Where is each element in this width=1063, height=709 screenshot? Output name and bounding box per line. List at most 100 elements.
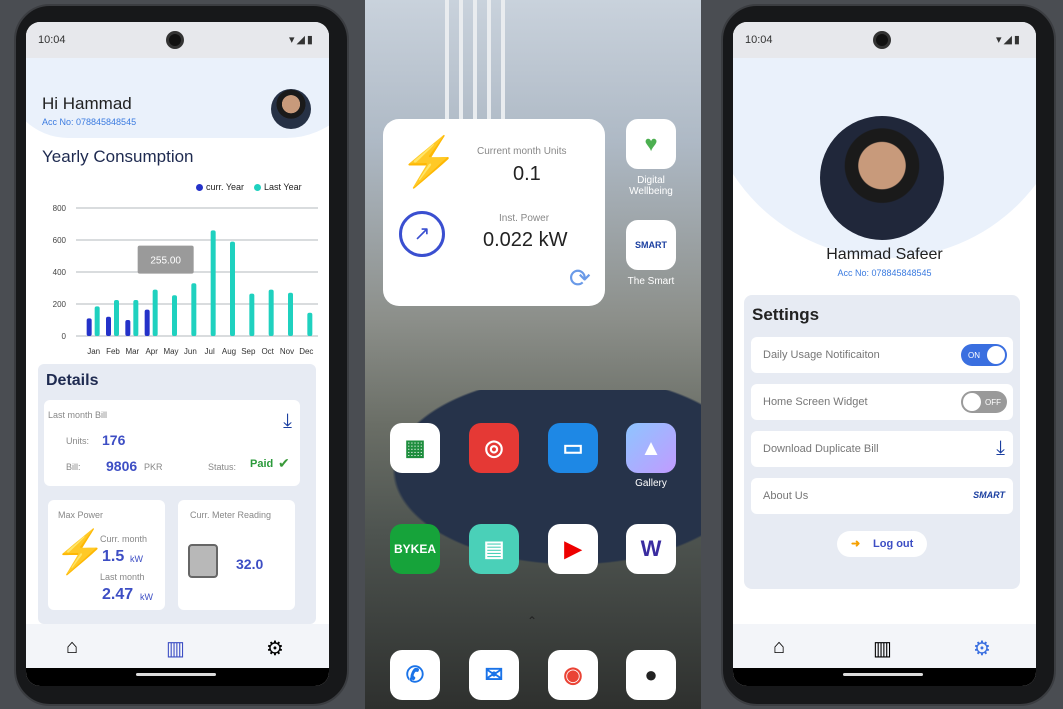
the-smart-app[interactable]: SMART <box>626 220 676 270</box>
bar-last-aug[interactable] <box>230 241 235 336</box>
chevron-up-icon[interactable]: ⌃ <box>527 614 537 628</box>
bar-last-feb[interactable] <box>114 300 119 336</box>
meter-icon <box>188 544 218 578</box>
digital-wellbeing-label: Digital Wellbeing <box>629 175 673 197</box>
download-bill-row[interactable]: Download Duplicate Bill ⤓ <box>751 431 1013 467</box>
x-tick-label: May <box>163 347 178 356</box>
bar-last-nov[interactable] <box>288 292 293 336</box>
camera-app[interactable]: ● <box>626 650 676 700</box>
settings-panel: Settings Daily Usage Notificaiton ON Hom… <box>744 295 1020 589</box>
w-app[interactable]: W <box>626 524 676 574</box>
home-indicator[interactable] <box>843 673 923 676</box>
bar-last-apr[interactable] <box>152 289 158 336</box>
account-number: Acc No: 078845848545 <box>42 117 137 127</box>
pocket-casts-app[interactable]: ◎ <box>469 423 519 473</box>
profile-avatar[interactable] <box>820 116 944 240</box>
lightning-icon: ⚡ <box>54 528 107 575</box>
last-month-value: 2.47 <box>102 586 134 603</box>
gauge-icon: ↗ <box>399 211 445 257</box>
x-tick-label: Jul <box>205 347 215 356</box>
avatar[interactable] <box>271 89 311 129</box>
download-icon[interactable]: ⤓ <box>996 437 1005 460</box>
right-phone: 10:04 ▾◢▮ Hammad Safeer Acc No: 07884584… <box>721 4 1056 706</box>
about-us-row[interactable]: About Us SMART <box>751 478 1013 514</box>
x-tick-label: Sep <box>241 347 256 356</box>
bar-last-dec[interactable] <box>307 312 313 336</box>
check-icon: ✔ <box>278 455 290 471</box>
logout-label: Log out <box>873 538 914 550</box>
greeting: Hi Hammad <box>42 94 132 113</box>
chrome-app[interactable]: ◉ <box>548 650 598 700</box>
units-value: 176 <box>102 432 126 448</box>
sensor-app[interactable]: ▭ <box>548 423 598 473</box>
about-us-label: About Us <box>763 490 809 502</box>
chart-icon[interactable]: ▥ <box>166 636 185 661</box>
gear-icon[interactable]: ⚙ <box>973 636 991 661</box>
bar-last-jun[interactable] <box>191 283 197 336</box>
logout-button[interactable]: ➜ Log out <box>837 531 927 557</box>
daily-usage-label: Daily Usage Notificaiton <box>763 349 880 361</box>
home-icon[interactable]: ⌂ <box>66 636 78 659</box>
daily-usage-row[interactable]: Daily Usage Notificaiton ON <box>751 337 1013 373</box>
bar-current-apr[interactable] <box>144 309 150 336</box>
bar-last-may[interactable] <box>172 295 177 336</box>
home-indicator[interactable] <box>136 673 216 676</box>
gallery-label: Gallery <box>635 478 667 489</box>
status-time: 10:04 <box>38 34 66 46</box>
home-icon[interactable]: ⌂ <box>773 636 785 659</box>
chart-tooltip-value: 255.00 <box>150 256 181 267</box>
bill-value: 9806 <box>106 458 138 474</box>
toggle-knob <box>963 393 981 411</box>
x-tick-label: Apr <box>145 347 158 356</box>
system-icons: ▾◢▮ <box>995 34 1022 46</box>
system-icons: ▾◢▮ <box>288 34 315 46</box>
smart-logo-icon: SMART <box>973 490 1005 500</box>
y-tick-label: 800 <box>53 204 67 213</box>
bar-last-sep[interactable] <box>249 293 255 336</box>
refresh-icon[interactable]: ⟳ <box>569 263 591 294</box>
bar-last-jul[interactable] <box>210 230 216 336</box>
last-month-bill-label: Last month Bill <box>48 410 108 420</box>
bykea-app[interactable]: BYKEA <box>390 524 440 574</box>
messages-app[interactable]: ✉ <box>469 650 519 700</box>
consumption-chart: 0 200 400 600 800 Jan Feb Mar Apr May Jun Jul Aug Sep… <box>53 204 318 356</box>
home-widget-row[interactable]: Home Screen Widget OFF <box>751 384 1013 420</box>
toggle-off-label: OFF <box>985 398 1001 407</box>
bottom-navigation: ⌂ ▥ ⚙ <box>26 624 329 668</box>
sheets-app[interactable]: ▦ <box>390 423 440 473</box>
energy-widget[interactable]: ⚡ Current month Units 0.1 ↗ Inst. Power … <box>383 119 605 306</box>
home-widget-toggle[interactable]: OFF <box>961 391 1007 413</box>
gallery-app[interactable]: ▲ <box>626 423 676 473</box>
widget-units-value: 0.1 <box>513 163 541 185</box>
bar-current-mar[interactable] <box>125 320 131 336</box>
daily-usage-toggle[interactable]: ON <box>961 344 1007 366</box>
bar-last-oct[interactable] <box>268 289 274 336</box>
curr-month-unit: kW <box>130 554 143 564</box>
phone-app[interactable]: ✆ <box>390 650 440 700</box>
x-tick-label: Dec <box>299 347 313 356</box>
widget-power-value: 0.022 kW <box>483 229 568 251</box>
gear-icon[interactable]: ⚙ <box>266 636 284 661</box>
bar-last-jan[interactable] <box>94 306 100 336</box>
account-number: Acc No: 078845848545 <box>837 268 932 278</box>
youtube-app[interactable]: ▶ <box>548 524 598 574</box>
system-nav-bar <box>26 668 329 686</box>
home-widget-label: Home Screen Widget <box>763 396 868 408</box>
chart-icon[interactable]: ▥ <box>873 636 892 661</box>
digital-wellbeing-app[interactable]: ♥ <box>626 119 676 169</box>
toggle-knob <box>987 346 1005 364</box>
yearly-consumption-title: Yearly Consumption <box>42 147 194 166</box>
download-icon[interactable]: ⤓ <box>283 410 292 433</box>
camera-cutout <box>166 31 184 49</box>
bar-last-mar[interactable] <box>133 300 139 336</box>
dictionary-app[interactable]: ▤ <box>469 524 519 574</box>
bar-current-feb[interactable] <box>106 316 111 336</box>
last-month-bill-card: Last month Bill ⤓ Units: 176 Bill: 9806 … <box>44 400 300 486</box>
last-month-unit: kW <box>140 592 153 602</box>
bolt-icon: ⚡ <box>399 136 459 189</box>
widget-units-label: Current month Units <box>477 146 567 157</box>
last-month-label: Last month <box>100 572 145 582</box>
curr-month-label: Curr. month <box>100 534 148 544</box>
profile-name: Hammad Safeer <box>826 246 943 263</box>
bar-current-jan[interactable] <box>86 318 92 336</box>
